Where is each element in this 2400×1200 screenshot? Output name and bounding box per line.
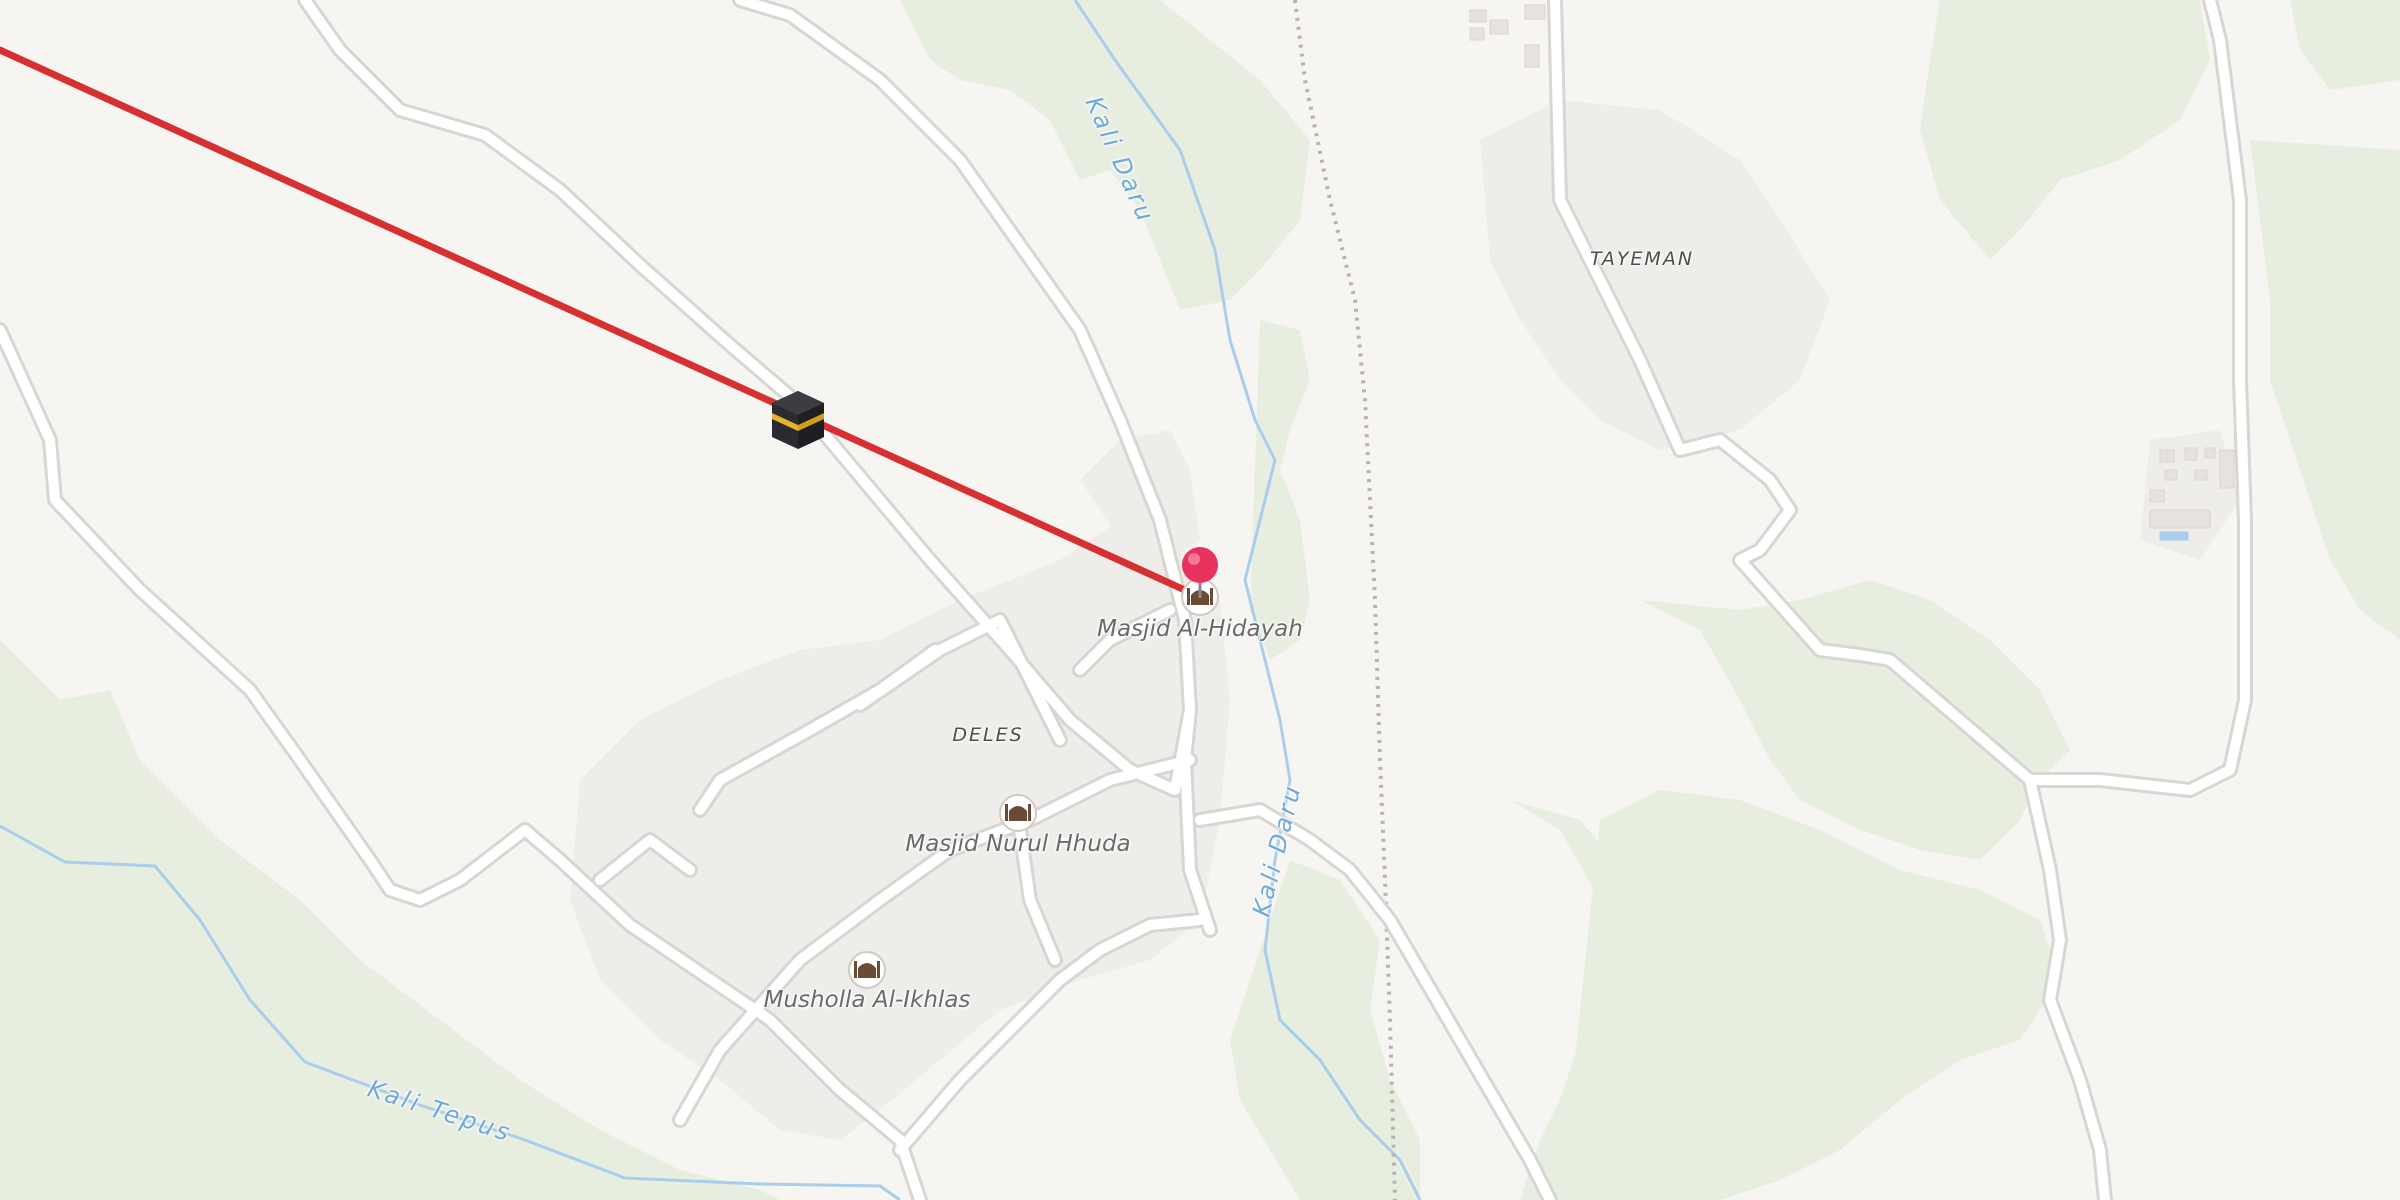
poi-icon-musholla-al-ikhlas[interactable] [848, 951, 886, 989]
map-canvas[interactable] [0, 0, 2400, 1200]
qibla-direction-line [0, 46, 1204, 601]
poi-icon-masjid-nurul-hhuda[interactable] [999, 794, 1037, 832]
kaaba-icon[interactable] [772, 391, 824, 449]
